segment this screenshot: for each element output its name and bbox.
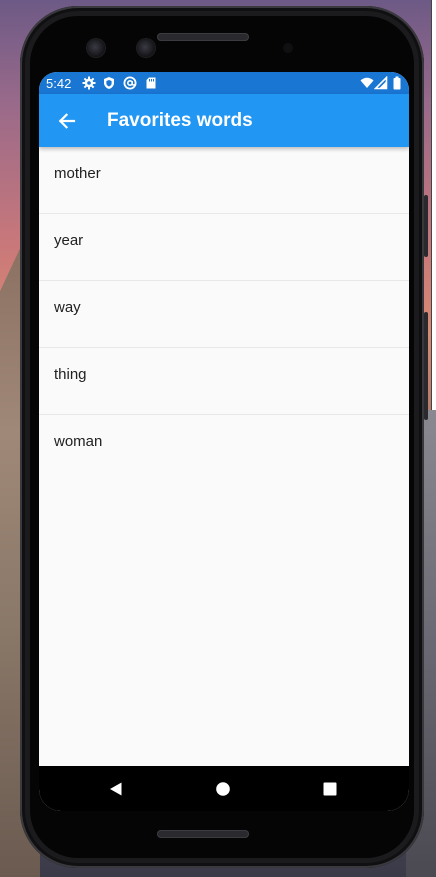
back-triangle-icon: [110, 782, 122, 796]
status-bar: 5:42: [39, 72, 409, 94]
list-item[interactable]: year: [39, 214, 409, 281]
list-item[interactable]: woman: [39, 415, 409, 482]
app-bar: Favorites words: [39, 94, 409, 147]
word-label: thing: [54, 366, 87, 383]
word-label: woman: [54, 433, 103, 450]
nav-back-button[interactable]: [103, 776, 129, 802]
list-item[interactable]: mother: [39, 147, 409, 214]
device-screen: 5:42 Favorites words mother year way thi…: [39, 72, 409, 811]
word-label: way: [54, 299, 81, 316]
word-label: year: [54, 232, 84, 249]
gear-icon: [82, 76, 96, 90]
status-time: 5:42: [46, 76, 72, 91]
list-item[interactable]: thing: [39, 348, 409, 415]
wifi-icon: [360, 77, 374, 88]
power-button: [424, 195, 428, 257]
home-circle-icon: [216, 782, 230, 796]
nav-home-button[interactable]: [210, 776, 236, 802]
proximity-sensor: [283, 43, 293, 53]
page-title: Favorites words: [107, 110, 253, 131]
word-label: mother: [54, 165, 101, 182]
battery-icon: [393, 76, 401, 90]
arrow-left-icon: [58, 113, 76, 129]
volume-button: [424, 312, 428, 420]
front-camera: [137, 39, 155, 57]
list-item[interactable]: way: [39, 281, 409, 348]
front-camera: [87, 39, 105, 57]
sd-card-icon: [146, 77, 156, 89]
nav-recents-button[interactable]: [317, 776, 343, 802]
back-button[interactable]: [49, 103, 85, 139]
system-nav-bar: [39, 766, 409, 811]
recents-square-icon: [323, 782, 337, 796]
favorites-list: mother year way thing woman: [39, 147, 409, 482]
bottom-speaker: [157, 830, 249, 838]
shield-icon: [104, 77, 114, 89]
signal-icon: [374, 76, 388, 90]
at-sign-icon: [123, 76, 137, 90]
earpiece-speaker: [157, 33, 249, 41]
